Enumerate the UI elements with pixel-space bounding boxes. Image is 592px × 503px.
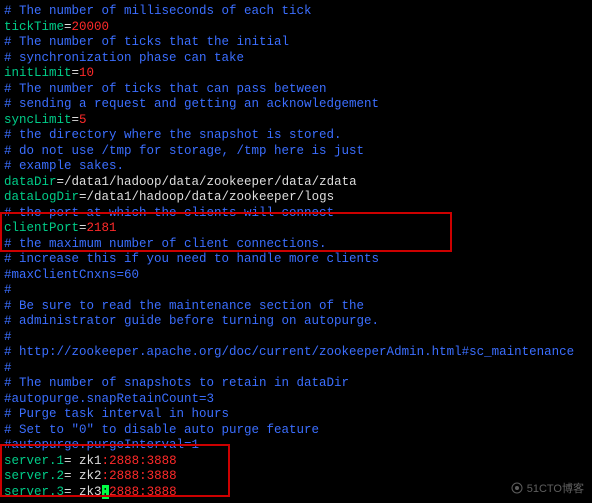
config-line: # — [4, 283, 588, 299]
watermark: 51CTO博客 — [511, 482, 584, 498]
config-line: tickTime=20000 — [4, 20, 588, 36]
highlight-box-datadir — [0, 212, 452, 252]
config-line: dataLogDir=/data1/hadoop/data/zookeeper/… — [4, 190, 588, 206]
config-line: # Purge task interval in hours — [4, 407, 588, 423]
config-line: # — [4, 361, 588, 377]
config-line: #autopurge.snapRetainCount=3 — [4, 392, 588, 408]
config-line: # The number of ticks that can pass betw… — [4, 82, 588, 98]
config-line: #maxClientCnxns=60 — [4, 268, 588, 284]
config-line: # increase this if you need to handle mo… — [4, 252, 588, 268]
config-line: # — [4, 330, 588, 346]
config-line: # administrator guide before turning on … — [4, 314, 588, 330]
config-line: # Be sure to read the maintenance sectio… — [4, 299, 588, 315]
config-line: # sending a request and getting an ackno… — [4, 97, 588, 113]
highlight-box-servers — [0, 444, 230, 497]
config-file-content: # The number of milliseconds of each tic… — [4, 4, 588, 500]
config-line: initLimit=10 — [4, 66, 588, 82]
config-line: syncLimit=5 — [4, 113, 588, 129]
config-line: # synchronization phase can take — [4, 51, 588, 67]
config-line: # The number of milliseconds of each tic… — [4, 4, 588, 20]
watermark-icon — [511, 482, 523, 494]
config-line: # http://zookeeper.apache.org/doc/curren… — [4, 345, 588, 361]
config-line: # The number of snapshots to retain in d… — [4, 376, 588, 392]
config-line: # example sakes. — [4, 159, 588, 175]
config-line: # do not use /tmp for storage, /tmp here… — [4, 144, 588, 160]
config-line: # Set to "0" to disable auto purge featu… — [4, 423, 588, 439]
config-line: # The number of ticks that the initial — [4, 35, 588, 51]
config-line: dataDir=/data1/hadoop/data/zookeeper/dat… — [4, 175, 588, 191]
config-line: # the directory where the snapshot is st… — [4, 128, 588, 144]
